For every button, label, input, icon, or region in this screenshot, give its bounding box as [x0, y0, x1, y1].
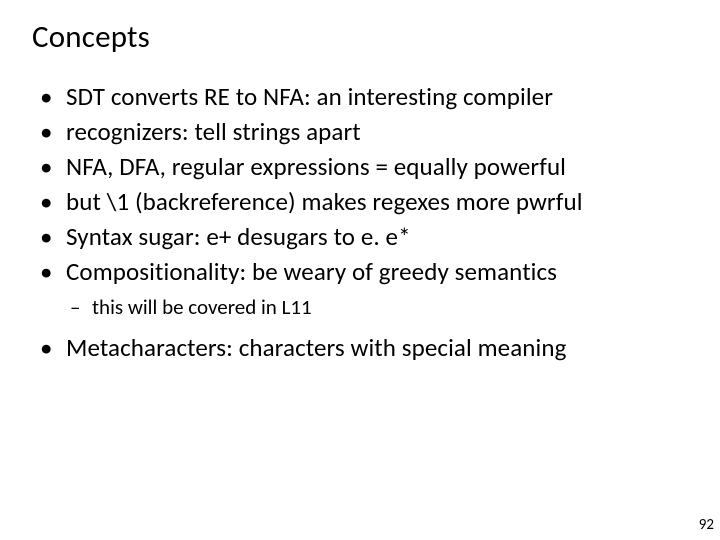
bullet-list: SDT converts RE to NFA: an interesting c… [38, 80, 688, 288]
bullet-item: Syntax sugar: e+ desugars to e. e* [38, 220, 688, 253]
bullet-item: but \1 (backreference) makes regexes mor… [38, 185, 688, 218]
bullet-item: SDT converts RE to NFA: an interesting c… [38, 80, 688, 113]
slide-title: Concepts [32, 18, 688, 56]
bullet-item: recognizers: tell strings apart [38, 115, 688, 148]
slide: Concepts SDT converts RE to NFA: an inte… [0, 0, 720, 540]
bullet-item: Compositionality: be weary of greedy sem… [38, 255, 688, 288]
bullet-item: Metacharacters: characters with special … [38, 331, 688, 364]
bullet-item: NFA, DFA, regular expressions = equally … [38, 150, 688, 183]
bullet-list-2: Metacharacters: characters with special … [38, 331, 688, 364]
sub-bullet-item: this will be covered in L11 [70, 294, 688, 321]
sub-bullet-list: this will be covered in L11 [70, 294, 688, 321]
page-number: 92 [699, 516, 714, 534]
